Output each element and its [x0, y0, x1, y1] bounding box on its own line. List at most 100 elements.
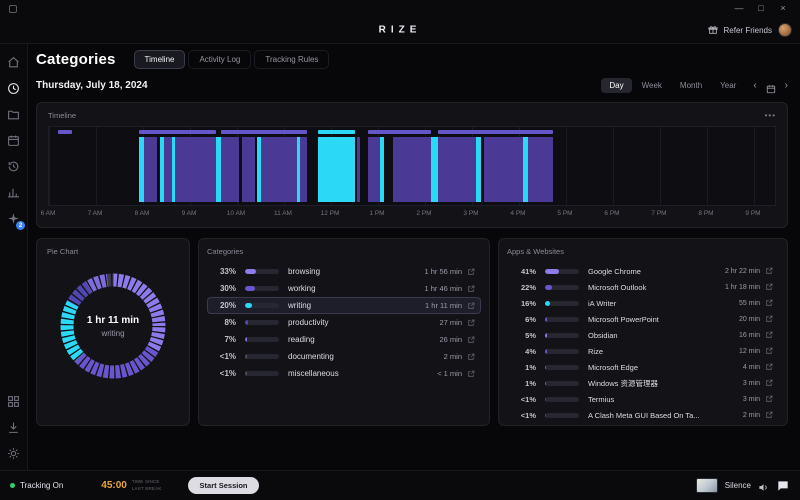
sidebar-item-ai[interactable]: 2 — [7, 212, 20, 225]
row-label: miscellaneous — [288, 369, 431, 378]
sidebar-item-history[interactable] — [7, 160, 20, 173]
now-playing-thumbnail[interactable] — [696, 478, 718, 493]
timeline-session-segment[interactable] — [368, 130, 431, 134]
external-link-icon[interactable] — [467, 302, 475, 310]
tab-activity-log[interactable]: Activity Log — [188, 50, 251, 69]
stat-row[interactable]: 30% working 1 hr 46 min — [207, 280, 481, 297]
timeline-activity-segment[interactable] — [438, 137, 476, 202]
sidebar-item-projects[interactable] — [7, 108, 20, 121]
row-bar-fill — [545, 285, 552, 290]
refer-friends-link[interactable]: Refer Friends — [724, 26, 772, 35]
sidebar-item-settings[interactable] — [7, 447, 20, 460]
sidebar-item-calendar[interactable] — [7, 134, 20, 147]
sidebar-item-home[interactable] — [7, 56, 20, 69]
next-day-button[interactable]: › — [785, 81, 788, 91]
avatar[interactable] — [778, 23, 792, 37]
range-day[interactable]: Day — [601, 78, 631, 93]
maximize-button[interactable]: □ — [750, 0, 772, 17]
stat-row[interactable]: 5% Obsidian 16 min — [507, 327, 779, 343]
timeline-activity-segment[interactable] — [300, 137, 307, 202]
timeline-session-segment[interactable] — [221, 130, 307, 134]
stat-row[interactable]: 1% Windows 资源管理器 3 min — [507, 375, 779, 391]
timeline-activity-segment[interactable] — [144, 137, 157, 202]
external-link-icon[interactable] — [765, 395, 773, 403]
chat-bubble-icon[interactable] — [776, 479, 790, 493]
calendar-picker-button[interactable] — [766, 81, 776, 91]
timeline-activity-segment[interactable] — [380, 137, 384, 202]
tab-tracking-rules[interactable]: Tracking Rules — [254, 50, 329, 69]
stat-row[interactable]: 1% Microsoft Edge 4 min — [507, 359, 779, 375]
sidebar-item-integrations[interactable] — [7, 395, 20, 408]
stat-row[interactable]: 6% Microsoft PowerPoint 20 min — [507, 311, 779, 327]
timeline-activity-segment[interactable] — [393, 137, 431, 202]
timeline-activity-segment[interactable] — [368, 137, 381, 202]
external-link-icon[interactable] — [765, 411, 773, 419]
external-link-icon[interactable] — [765, 331, 773, 339]
external-link-icon[interactable] — [467, 353, 475, 361]
gift-icon — [708, 25, 718, 35]
external-link-icon[interactable] — [765, 299, 773, 307]
stat-row[interactable]: <1% A Clash Meta GUI Based On Ta... 2 mi… — [507, 407, 779, 423]
minimize-button[interactable]: — — [728, 0, 750, 17]
timeline-session-segment[interactable] — [318, 130, 356, 134]
timeline-activity-segment[interactable] — [357, 137, 360, 202]
stat-row[interactable]: 22% Microsoft Outlook 1 hr 18 min — [507, 279, 779, 295]
timeline-activity-segment[interactable] — [175, 137, 216, 202]
range-week[interactable]: Week — [634, 78, 670, 93]
stat-row[interactable]: 7% reading 26 min — [207, 331, 481, 348]
timeline-activity-segment[interactable] — [431, 137, 439, 202]
external-link-icon[interactable] — [765, 283, 773, 291]
external-link-icon[interactable] — [467, 285, 475, 293]
external-link-icon[interactable] — [765, 347, 773, 355]
external-link-icon[interactable] — [765, 363, 773, 371]
stat-row[interactable]: 41% Google Chrome 2 hr 22 min — [507, 263, 779, 279]
timeline-activity-segment[interactable] — [528, 137, 552, 202]
row-time: 2 hr 22 min — [725, 268, 760, 275]
external-link-icon[interactable] — [467, 319, 475, 327]
stat-row[interactable]: 33% browsing 1 hr 56 min — [207, 263, 481, 280]
timeline-menu-button[interactable]: ••• — [765, 111, 776, 120]
stat-row[interactable]: 8% productivity 27 min — [207, 314, 481, 331]
external-link-icon[interactable] — [467, 336, 475, 344]
external-link-icon[interactable] — [765, 267, 773, 275]
start-session-button[interactable]: Start Session — [188, 477, 260, 494]
donut-chart[interactable]: 1 hr 11 min writing — [55, 268, 171, 384]
sidebar-item-categories[interactable] — [7, 82, 20, 95]
timeline-activity-segment[interactable] — [484, 137, 523, 202]
close-button[interactable]: × — [772, 0, 794, 17]
timeline-axis-label: 11 AM — [274, 210, 292, 217]
timeline-activity-segment[interactable] — [164, 137, 172, 202]
timeline-session-segment[interactable] — [58, 130, 72, 134]
timeline-chart[interactable] — [48, 126, 776, 206]
timeline-session-segment[interactable] — [438, 130, 553, 134]
stat-row[interactable]: 4% Rize 12 min — [507, 343, 779, 359]
timeline-activity-segment[interactable] — [476, 137, 482, 202]
row-time: 16 min — [739, 332, 760, 339]
timeline-activity-segment[interactable] — [261, 137, 297, 202]
range-month[interactable]: Month — [672, 78, 710, 93]
external-link-icon[interactable] — [765, 379, 773, 387]
timeline-session-segment[interactable] — [139, 130, 216, 134]
timeline-activity-segment[interactable] — [242, 137, 255, 202]
main-content: Categories TimelineActivity LogTracking … — [28, 44, 800, 470]
timeline-activity-segment[interactable] — [318, 137, 356, 202]
row-time: 26 min — [439, 335, 462, 344]
external-link-icon[interactable] — [765, 315, 773, 323]
stat-row[interactable]: 20% writing 1 hr 11 min — [207, 297, 481, 314]
row-label: Obsidian — [588, 331, 733, 340]
stat-row[interactable]: <1% miscellaneous < 1 min — [207, 365, 481, 382]
prev-day-button[interactable]: ‹ — [753, 81, 756, 91]
range-year[interactable]: Year — [712, 78, 744, 93]
stat-row[interactable]: <1% Termius 3 min — [507, 391, 779, 407]
timeline-activity-segment[interactable] — [221, 137, 239, 202]
stat-row[interactable]: <1% documenting 2 min — [207, 348, 481, 365]
tab-timeline[interactable]: Timeline — [134, 50, 186, 69]
speaker-icon[interactable] — [758, 480, 769, 491]
now-playing-label: Silence — [725, 481, 751, 490]
sidebar-item-download[interactable] — [7, 421, 20, 434]
stat-row[interactable]: 16% iA Writer 55 min — [507, 295, 779, 311]
external-link-icon[interactable] — [467, 268, 475, 276]
row-percent: 1% — [513, 379, 536, 388]
external-link-icon[interactable] — [467, 370, 475, 378]
sidebar-item-reports[interactable] — [7, 186, 20, 199]
